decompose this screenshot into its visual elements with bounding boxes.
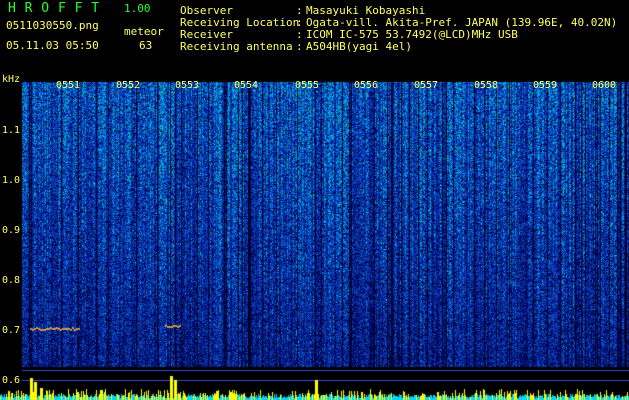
x-tick-label: 0555 — [295, 80, 320, 91]
capture-datetime: 05.11.03 05:50 — [6, 39, 99, 52]
x-tick-label: 0551 — [56, 80, 81, 91]
location-label: Receiving Location — [180, 16, 300, 29]
y-tick-label: 0.8 — [2, 275, 21, 286]
location-value: Ogata-vill. Akita-Pref. JAPAN (139.96E, … — [306, 16, 618, 29]
app-version: 1.00 — [124, 2, 151, 15]
x-tick-label: 0553 — [175, 80, 200, 91]
x-tick-label: 0556 — [354, 80, 379, 91]
observer-value: Masayuki Kobayashi — [306, 4, 426, 17]
app-brand: H R O F F T — [8, 1, 100, 16]
observer-colon: : — [296, 4, 303, 17]
antenna-label: Receiving antenna — [180, 40, 293, 53]
x-tick-label: 0552 — [116, 80, 141, 91]
y-tick-label: 0.9 — [2, 225, 21, 236]
antenna-colon: : — [296, 40, 303, 53]
y-tick-label: 0.6 — [2, 375, 21, 386]
meteor-count: 63 — [139, 39, 153, 52]
location-colon: : — [296, 16, 303, 29]
receiver-label: Receiver — [180, 28, 233, 41]
x-tick-label: 0559 — [533, 80, 558, 91]
spectrogram — [0, 62, 629, 400]
y-tick-label: 1.1 — [2, 125, 21, 136]
y-axis-unit: kHz — [2, 74, 21, 85]
hroft-window: H R O F F T 1.00 0511030550.png 05.11.03… — [0, 0, 629, 400]
y-tick-label: 0.7 — [2, 325, 21, 336]
x-tick-label: 0557 — [414, 80, 439, 91]
receiver-value: ICOM IC-575 53.7492(@LCD)MHz USB — [306, 28, 518, 41]
receiver-colon: : — [296, 28, 303, 41]
meteor-label: meteor — [124, 25, 164, 38]
x-tick-label: 0554 — [234, 80, 259, 91]
y-tick-label: 1.0 — [2, 175, 21, 186]
image-filename: 0511030550.png — [6, 19, 99, 32]
x-tick-label: 0600 — [592, 80, 617, 91]
observer-label: Observer — [180, 4, 233, 17]
antenna-value: A504HB(yagi 4el) — [306, 40, 412, 53]
x-tick-label: 0558 — [474, 80, 499, 91]
